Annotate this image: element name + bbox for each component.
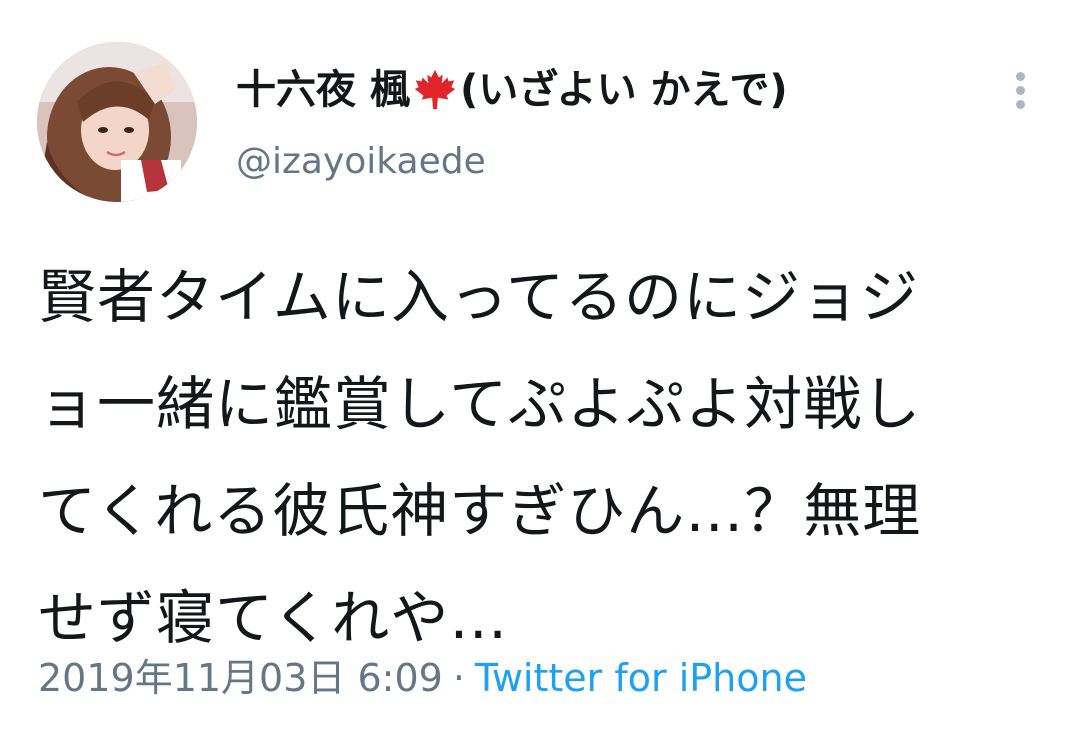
maple-leaf-icon [412,67,458,113]
tweet-meta: 2019年11月03日 6:09 · Twitter for iPhone [38,652,807,704]
avatar-image [37,42,197,202]
tweet-text-line: 賢者タイムに入ってるのにジョジ [38,263,919,331]
more-vertical-icon-dot [1015,85,1025,95]
more-vertical-icon [1015,71,1025,81]
timestamp[interactable]: 2019年11月03日 6:09 [38,656,443,700]
more-options-button[interactable] [1004,66,1036,114]
display-name-text: 十六夜 楓 [236,67,410,113]
source-link[interactable]: Twitter for iPhone [475,656,807,700]
meta-separator: · [452,656,465,700]
tweet-text: 賢者タイムに入ってるのにジョジ ョ一緒に鑑賞してぷよぷよ対戦し てくれる彼氏神す… [38,244,1048,672]
tweet-text-line: ョ一緒に鑑賞してぷよぷよ対戦し [38,370,922,438]
user-handle[interactable]: @izayoikaede [236,138,486,186]
display-name-suffix: (いざよい かえで) [459,67,788,113]
avatar[interactable] [37,42,197,202]
tweet-text-line: てくれる彼氏神すぎひん…？無理 [38,477,922,545]
more-vertical-icon-dot [1015,99,1025,109]
display-name[interactable]: 十六夜 楓 (いざよい かえで) [236,64,788,116]
tweet-card: 十六夜 楓 (いざよい かえで) @izayoikaede 賢者タイムに入ってる… [0,0,1080,734]
